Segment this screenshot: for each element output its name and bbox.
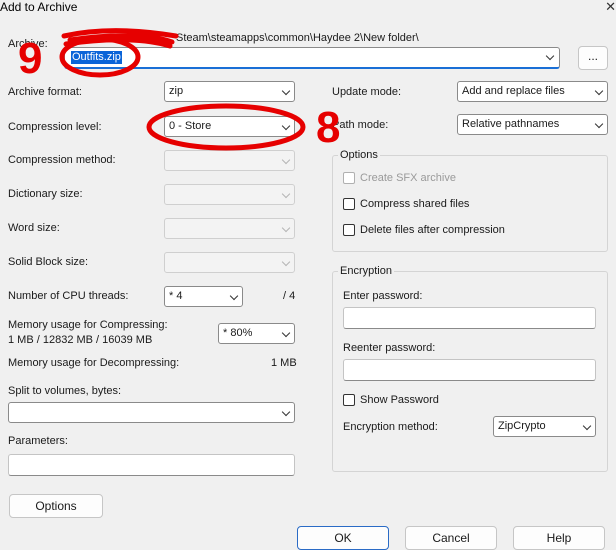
cpu-threads-label: Number of CPU threads: [8, 290, 129, 302]
show-password-checkbox[interactable]: Show Password [343, 394, 439, 406]
ok-button[interactable]: OK [297, 526, 389, 550]
mem-decompress-label: Memory usage for Decompressing: [8, 357, 180, 369]
compress-shared-checkbox[interactable]: Compress shared files [343, 198, 469, 210]
chevron-down-icon [281, 223, 291, 233]
chevron-down-icon [281, 121, 291, 131]
mem-compress-select[interactable]: * 80% [218, 323, 295, 344]
mem-compress-label: Memory usage for Compressing: [8, 319, 168, 331]
chevron-down-icon [582, 421, 592, 431]
parameters-input[interactable] [8, 454, 295, 476]
mem-compress-select-value: * 80% [223, 327, 253, 339]
chevron-down-icon [229, 291, 239, 301]
red-scribble [61, 28, 179, 49]
checkbox-icon[interactable] [343, 394, 355, 406]
chevron-down-icon [281, 407, 291, 417]
cpu-threads-value: * 4 [169, 290, 183, 302]
window-title: Add to Archive [0, 0, 78, 14]
path-mode-value: Relative pathnames [462, 118, 560, 130]
compression-level-value: 0 - Store [169, 120, 212, 132]
reenter-password-input[interactable] [343, 359, 596, 381]
close-icon[interactable]: ✕ [605, 0, 616, 15]
update-mode-value: Add and replace files [462, 85, 565, 97]
compress-shared-label: Compress shared files [360, 198, 470, 210]
archive-format-select[interactable]: zip [164, 81, 295, 102]
archive-filename-selection: Outfits.zip [71, 51, 122, 64]
encryption-group-title: Encryption [338, 265, 394, 277]
dictionary-size-select [164, 184, 295, 205]
show-password-label: Show Password [360, 394, 439, 406]
archive-format-value: zip [169, 85, 184, 97]
create-sfx-label: Create SFX archive [360, 172, 456, 184]
compression-method-select [164, 150, 295, 171]
checkbox-icon[interactable] [343, 224, 355, 236]
chevron-down-icon [594, 86, 604, 96]
create-sfx-checkbox: Create SFX archive [343, 172, 456, 184]
update-mode-label: Update mode: [332, 86, 402, 98]
browse-button[interactable]: ... [578, 46, 608, 70]
solid-block-label: Solid Block size: [8, 256, 89, 268]
dictionary-size-label: Dictionary size: [8, 188, 83, 200]
encryption-method-value: ZipCrypto [498, 420, 546, 432]
cpu-threads-select[interactable]: * 4 [164, 286, 243, 307]
split-volumes-label: Split to volumes, bytes: [8, 385, 122, 397]
compression-level-label: Compression level: [8, 121, 102, 133]
update-mode-select[interactable]: Add and replace files [457, 81, 608, 102]
help-button[interactable]: Help [513, 526, 605, 550]
archive-path-text: Steam\steamapps\common\Haydee 2\New fold… [176, 32, 419, 44]
encryption-method-select[interactable]: ZipCrypto [493, 416, 596, 437]
word-size-select [164, 218, 295, 239]
options-button[interactable]: Options [9, 494, 103, 518]
chevron-down-icon [594, 119, 604, 129]
chevron-down-icon [281, 155, 291, 165]
solid-block-select [164, 252, 295, 273]
archive-format-label: Archive format: [8, 86, 82, 98]
archive-label: Archive: [8, 38, 48, 50]
compression-level-select[interactable]: 0 - Store [164, 116, 295, 137]
cpu-threads-max: / 4 [283, 290, 296, 302]
delete-after-label: Delete files after compression [360, 224, 505, 236]
encryption-method-label: Encryption method: [343, 421, 438, 433]
archive-name-input[interactable]: Outfits.zip [64, 47, 560, 69]
delete-after-checkbox[interactable]: Delete files after compression [343, 224, 505, 236]
chevron-down-icon [281, 328, 291, 338]
split-volumes-select[interactable] [8, 402, 295, 423]
chevron-down-icon [281, 189, 291, 199]
path-mode-select[interactable]: Relative pathnames [457, 114, 608, 135]
options-group-title: Options [338, 149, 380, 161]
chevron-down-icon [281, 86, 291, 96]
mem-decompress-value: 1 MB [271, 357, 297, 369]
cancel-button[interactable]: Cancel [405, 526, 497, 550]
chevron-down-icon[interactable] [545, 51, 555, 61]
enter-password-input[interactable] [343, 307, 596, 329]
checkbox-icon [343, 172, 355, 184]
mem-compress-values: 1 MB / 12832 MB / 16039 MB [8, 334, 153, 346]
compression-method-label: Compression method: [8, 154, 116, 166]
enter-password-label: Enter password: [343, 290, 423, 302]
word-size-label: Word size: [8, 222, 60, 234]
chevron-down-icon [281, 257, 291, 267]
reenter-password-label: Reenter password: [343, 342, 436, 354]
parameters-label: Parameters: [8, 435, 68, 447]
path-mode-label: Path mode: [332, 119, 389, 131]
checkbox-icon[interactable] [343, 198, 355, 210]
